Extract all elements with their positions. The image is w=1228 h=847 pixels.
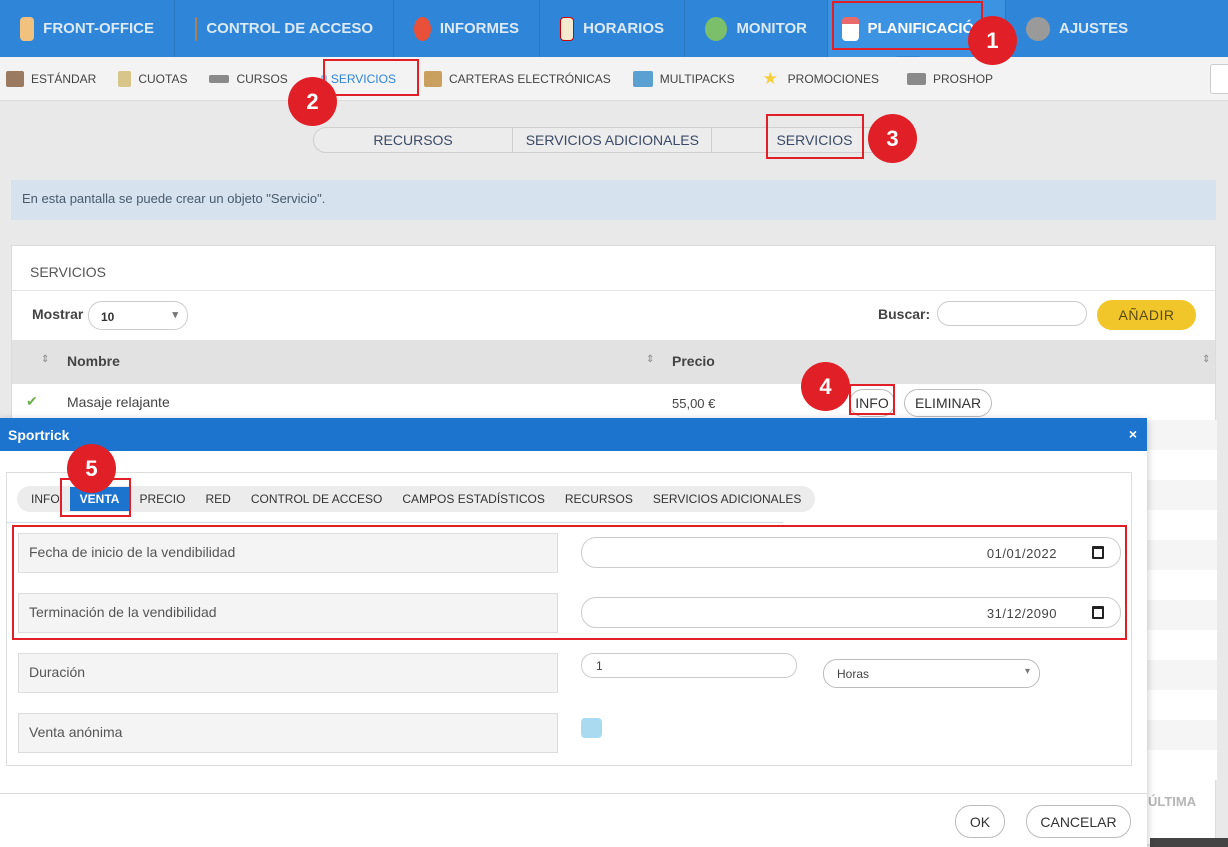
pie-chart-icon [414,16,431,41]
people-icon [705,16,728,41]
pin-button[interactable] [1210,64,1228,94]
calendar-grid-icon [560,16,575,41]
tab-recursos[interactable]: RECURSOS [555,486,643,512]
nav-front-office[interactable]: FRONT-OFFICE [0,0,175,57]
subnav-proshop[interactable]: PROSHOP [907,72,993,86]
cancel-button[interactable]: CANCELAR [1026,805,1131,838]
gear-icon [1026,16,1050,41]
multipack-icon [632,70,653,87]
add-button[interactable]: AÑADIR [1097,300,1196,330]
subnav-cuotas[interactable]: CUOTAS [118,70,188,87]
user-icon [20,16,35,41]
nav-ajustes[interactable]: AJUSTES [1006,0,1228,57]
subnav-label: CURSOS [236,71,288,86]
page-size-select[interactable]: 10 [88,301,188,330]
dialog-title: Sportrick [0,418,1147,451]
anonymous-sale-checkbox[interactable] [581,718,602,738]
service-price: 55,00 € [672,396,716,411]
search-label: Buscar: [878,306,931,322]
highlight-servicios-tab [766,114,864,159]
dialog-tabs: INFO VENTA PRECIO RED CONTROL DE ACCESO … [17,486,816,512]
nav-monitor[interactable]: MONITOR [685,0,828,57]
duration-label: Duración [18,653,558,693]
divider [12,290,1215,291]
anonymous-sale-label: Venta anónima [18,713,558,753]
show-label: Mostrar [32,306,84,322]
highlight-planificacion [832,1,983,50]
subnav-promociones[interactable]: ★ PROMOCIONES [762,68,880,88]
subnav-carteras[interactable]: CARTERAS ELECTRÓNICAS [423,70,611,87]
step-badge-4: 4 [801,362,850,411]
divider [7,522,783,523]
nav-label: INFORMES [439,20,519,37]
nav-informes[interactable]: INFORMES [394,0,540,57]
sub-nav: ESTÁNDAR CUOTAS CURSOS SERVICIOS CARTERA… [0,57,1228,101]
subnav-label: PROSHOP [933,71,994,86]
step-badge-2: 2 [288,77,337,126]
box-icon [6,70,24,87]
nav-label: AJUSTES [1059,20,1129,37]
highlight-servicios-subnav [323,59,419,96]
cash-register-icon [907,72,927,85]
tab-servicios-adicionales[interactable]: SERVICIOS ADICIONALES [513,128,713,152]
step-badge-1: 1 [968,16,1017,65]
duration-unit-value: Horas [837,667,870,681]
tab-red[interactable]: RED [195,486,240,512]
ok-button[interactable]: OK [955,805,1005,838]
tab-recursos[interactable]: RECURSOS [314,128,514,152]
subnav-cursos[interactable]: CURSOS [209,71,288,86]
bottom-bar [1150,838,1228,847]
nav-horarios[interactable]: HORARIOS [540,0,685,57]
page-size-value: 10 [101,310,115,324]
nav-label: HORARIOS [583,20,664,37]
highlight-info-button [849,384,895,415]
subnav-label: CUOTAS [138,71,188,86]
clipboard-icon [118,70,132,87]
check-icon: ✔ [26,393,38,409]
subnav-label: CARTERAS ELECTRÓNICAS [448,71,611,86]
panel-title: SERVICIOS [30,264,106,280]
sort-icon[interactable]: ⇕ [646,354,654,365]
subnav-estandar[interactable]: ESTÁNDAR [6,70,97,87]
tab-campos-estadisticos[interactable]: CAMPOS ESTADÍSTICOS [392,486,554,512]
step-badge-5: 5 [67,444,116,493]
tab-precio[interactable]: PRECIO [129,486,195,512]
duration-input[interactable]: 1 [581,653,797,678]
divider [0,793,1147,794]
duration-unit-select[interactable]: Horas ▾ [823,659,1040,688]
subnav-label: ESTÁNDAR [31,71,97,86]
sort-icon[interactable]: ⇕ [41,354,49,365]
close-icon[interactable]: × [1129,426,1137,442]
books-icon [209,74,230,83]
info-message: En esta pantalla se puede crear un objet… [11,180,1216,220]
nav-control-acceso[interactable]: CONTROL DE ACCESO [175,0,394,57]
access-control-icon [195,16,198,41]
subnav-label: MULTIPACKS [659,71,735,86]
nav-label: MONITOR [736,20,807,37]
nav-label: FRONT-OFFICE [43,20,154,37]
step-badge-3: 3 [868,114,917,163]
column-precio[interactable]: Precio [672,353,715,369]
main-nav: FRONT-OFFICE CONTROL DE ACCESO INFORMES … [0,0,1228,66]
tab-servicios-adicionales[interactable]: SERVICIOS ADICIONALES [643,486,812,512]
search-input[interactable] [937,301,1087,326]
wallet-icon [423,70,442,87]
column-nombre[interactable]: Nombre [67,353,120,369]
table-stripes [1147,420,1217,840]
pagination-last[interactable]: ÚLTIMA [1148,794,1196,809]
chevron-down-icon: ▾ [1024,666,1030,677]
subnav-multipacks[interactable]: MULTIPACKS [632,70,735,87]
sort-icon[interactable]: ⇕ [1202,354,1210,365]
delete-button[interactable]: ELIMINAR [904,389,992,417]
nav-label: CONTROL DE ACCESO [206,20,373,37]
highlight-date-fields [12,525,1127,640]
table-header: ⇕ Nombre ⇕ Precio ⇕ [12,340,1215,384]
table-row: ✔ Masaje relajante 55,00 € INFO ELIMINAR [12,384,1215,420]
tab-control-acceso[interactable]: CONTROL DE ACCESO [241,486,393,512]
star-icon: ★ [762,68,778,88]
service-name: Masaje relajante [67,394,170,410]
subnav-label: PROMOCIONES [787,71,880,86]
